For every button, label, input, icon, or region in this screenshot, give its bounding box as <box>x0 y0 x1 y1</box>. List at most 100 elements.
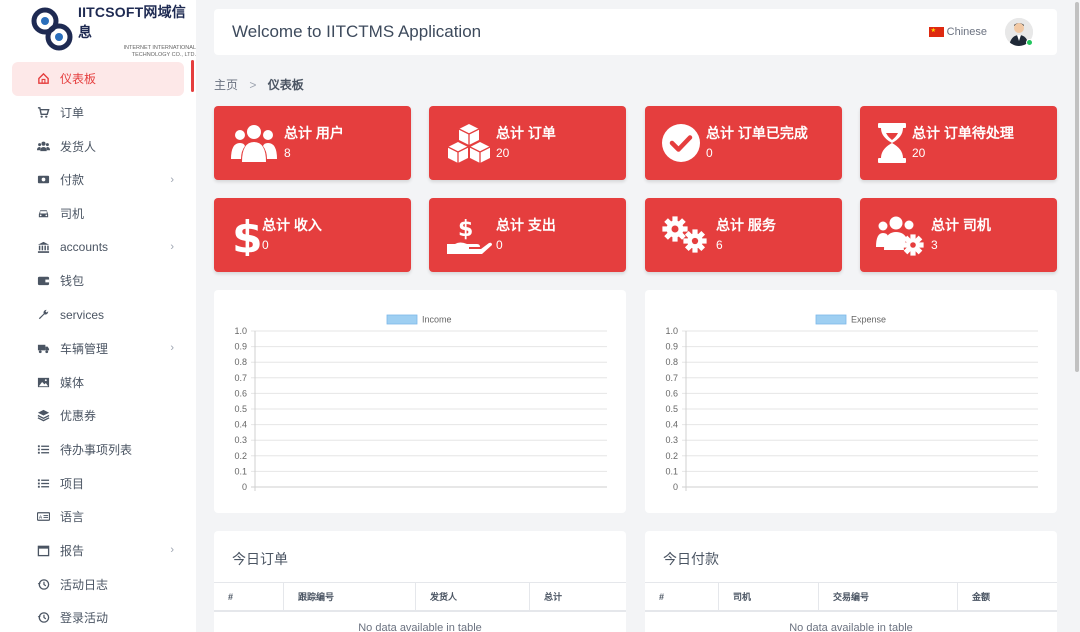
stat-card-label: 总计 服务 <box>716 217 776 233</box>
truck-icon <box>36 341 50 355</box>
sidebar-item[interactable]: 项目 <box>12 466 184 500</box>
expense-chart-panel: Expense 1.0 0.9 0.8 0.7 0.6 0.5 0.4 0.3 0.2 0.1 0 <box>645 290 1057 513</box>
history-icon <box>36 611 50 625</box>
legend-swatch[interactable] <box>815 314 847 325</box>
sidebar-item[interactable]: services <box>12 298 184 332</box>
column-header[interactable]: 司机 <box>719 583 819 610</box>
column-header[interactable]: 跟踪编号 <box>284 583 416 610</box>
stat-card-value: 3 <box>931 238 938 252</box>
stat-card[interactable]: 总计 司机 3 <box>860 198 1057 272</box>
sidebar: IITCSOFT网域信息 INTERNET INTERNATIONAL TECH… <box>0 0 196 632</box>
stat-card-label: 总计 支出 <box>496 217 556 233</box>
column-header[interactable]: 总计 <box>530 583 626 610</box>
image-icon <box>36 375 50 389</box>
y-tick-label: 0.4 <box>665 420 678 430</box>
stat-card-value: 0 <box>496 238 503 252</box>
y-tick-label: 0.2 <box>234 451 247 461</box>
sidebar-item-label: 车辆管理 <box>60 341 109 356</box>
stat-card[interactable]: 总计 订单已完成 0 <box>645 106 842 180</box>
stat-card-value: 8 <box>284 146 291 160</box>
car-icon <box>36 207 50 221</box>
sidebar-item-label: 登录活动 <box>60 611 109 626</box>
y-tick-label: 0.6 <box>234 388 247 398</box>
list-icon <box>36 476 50 490</box>
today-payments-header: # 司机 交易编号 金额 <box>645 582 1057 612</box>
chevron-right-icon: › <box>170 241 174 254</box>
stat-card-value: 0 <box>262 238 269 252</box>
sidebar-item[interactable]: 优惠券 <box>12 399 184 433</box>
wrench-icon <box>36 308 50 322</box>
sidebar-item[interactable]: 付款 › <box>12 163 184 197</box>
sidebar-nav: 仪表板 订单发货人付款 › 司机 accounts › 钱包 services 车辆管理 › 媒体优… <box>0 62 196 632</box>
sidebar-item[interactable]: 钱包 <box>12 264 184 298</box>
legend-swatch[interactable] <box>386 314 418 325</box>
sidebar-item[interactable]: 仪表板 <box>12 62 184 96</box>
sidebar-item[interactable]: accounts › <box>12 230 184 264</box>
column-header[interactable]: 发货人 <box>416 583 530 610</box>
active-indicator <box>191 60 194 92</box>
logo[interactable]: IITCSOFT网域信息 INTERNET INTERNATIONAL TECH… <box>0 0 196 60</box>
language-label: Chinese <box>946 26 987 38</box>
y-tick-label: 0.7 <box>234 373 247 383</box>
sidebar-item[interactable]: A 语言 <box>12 500 184 534</box>
scrollbar-thumb[interactable] <box>1075 2 1079 372</box>
sidebar-item[interactable]: 订单 <box>12 96 184 130</box>
column-header[interactable]: # <box>645 583 719 610</box>
sidebar-item[interactable]: 登录活动 <box>12 601 184 632</box>
stat-card[interactable]: 总计 服务 6 <box>645 198 842 272</box>
hand-dollar-icon: $ <box>445 214 493 256</box>
users-cog-icon <box>876 214 924 256</box>
stat-card[interactable]: 总计 用户 8 <box>214 106 411 180</box>
page-scrollbar[interactable] <box>1074 0 1080 632</box>
y-tick-label: 0.8 <box>234 357 247 367</box>
column-header[interactable]: 金额 <box>958 583 1057 610</box>
sidebar-item-label: 报告 <box>60 543 85 558</box>
sidebar-item-label: 发货人 <box>60 139 97 154</box>
chevron-right-icon: › <box>170 544 174 557</box>
logo-subtitle: INTERNET INTERNATIONAL TECHNOLOGY CO., L… <box>123 44 196 58</box>
check-circle-icon <box>661 122 709 164</box>
sidebar-item[interactable]: 车辆管理 › <box>12 332 184 366</box>
sidebar-item[interactable]: 报告 › <box>12 534 184 568</box>
sidebar-item-label: 钱包 <box>60 274 85 289</box>
page-title: Welcome to IITCTMS Application <box>232 22 482 41</box>
today-orders-panel: 今日订单 # 跟踪编号 发货人 总计 No data available in … <box>214 531 626 632</box>
svg-text:$: $ <box>458 217 473 242</box>
svg-text:$: $ <box>232 214 263 256</box>
column-header[interactable]: # <box>214 583 284 610</box>
money-icon <box>36 173 50 187</box>
today-orders-title: 今日订单 <box>232 551 288 567</box>
stat-card[interactable]: 总计 订单待处理 20 <box>860 106 1057 180</box>
sidebar-item[interactable]: 司机 <box>12 197 184 231</box>
y-tick-label: 0 <box>673 482 678 492</box>
breadcrumb-current: 仪表板 <box>267 78 304 92</box>
stat-card-label: 总计 订单 <box>496 125 556 141</box>
sidebar-item-label: 司机 <box>60 207 85 222</box>
sidebar-item[interactable]: 活动日志 <box>12 567 184 601</box>
income-chart: Income 1.0 0.9 0.8 0.7 0.6 0.5 0.4 0.3 0.2 0.1 0 <box>234 314 607 492</box>
column-header[interactable]: 交易编号 <box>819 583 958 610</box>
y-tick-label: 0.9 <box>234 342 247 352</box>
y-tick-label: 1.0 <box>234 326 247 336</box>
chevron-right-icon: › <box>170 342 174 355</box>
sidebar-item[interactable]: 媒体 <box>12 365 184 399</box>
y-tick-label: 0.9 <box>665 342 678 352</box>
breadcrumb-home[interactable]: 主页 <box>214 78 238 92</box>
stat-card-value: 0 <box>706 146 713 160</box>
sidebar-item[interactable]: 发货人 <box>12 129 184 163</box>
list-icon <box>36 442 50 456</box>
y-tick-label: 0.8 <box>665 357 678 367</box>
y-tick-label: 0.3 <box>665 435 678 445</box>
sidebar-item-label: 项目 <box>60 476 85 491</box>
wallet-icon <box>36 274 50 288</box>
stat-card[interactable]: $ 总计 支出 0 <box>429 198 626 272</box>
stat-card-label: 总计 订单已完成 <box>706 125 808 141</box>
stat-card[interactable]: $ 总计 收入 0 <box>214 198 411 272</box>
legend-label[interactable]: Expense <box>851 315 886 325</box>
language-selector[interactable]: Chinese <box>928 26 987 38</box>
sidebar-item[interactable]: 待办事项列表 <box>12 433 184 467</box>
today-payments-panel: 今日付款 # 司机 交易编号 金额 No data available in t… <box>645 531 1057 632</box>
legend-label[interactable]: Income <box>422 315 452 325</box>
bank-icon <box>36 240 50 254</box>
stat-card[interactable]: 总计 订单 20 <box>429 106 626 180</box>
